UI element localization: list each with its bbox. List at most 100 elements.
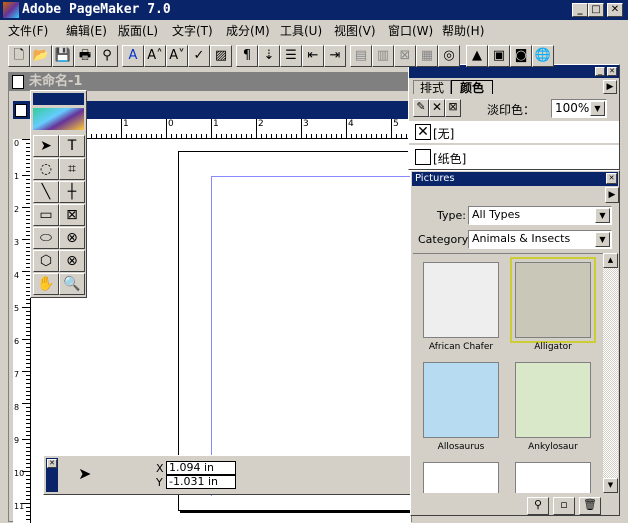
menu-item[interactable]: 文字(T) <box>172 22 213 40</box>
toolbar-button-16[interactable]: ▥ <box>372 45 394 67</box>
palette-menu-button[interactable]: ▶ <box>605 187 619 203</box>
both-icon[interactable]: ⊠ <box>445 99 461 117</box>
tab-styles[interactable]: 排式 <box>413 80 451 95</box>
toolbar-button-10[interactable]: ¶ <box>236 45 258 67</box>
close-icon[interactable]: ✕ <box>47 459 57 468</box>
toolbar-button-7[interactable]: A˅ <box>166 45 188 67</box>
tool-10[interactable]: ⬡ <box>33 250 59 272</box>
category-select[interactable]: Animals & Insects ▼ <box>468 230 612 249</box>
ruler-tick-label: 8 <box>14 403 20 412</box>
scrollbar[interactable]: ▲ ▼ <box>603 253 618 493</box>
toolbar-button-20[interactable]: ▲ <box>466 45 488 67</box>
toolbar-button-11[interactable]: ⇣ <box>258 45 280 67</box>
toolbox-title-bar[interactable] <box>33 93 84 105</box>
menu-item[interactable]: 版面(L) <box>118 22 158 40</box>
tool-2[interactable]: ◌ <box>33 158 59 180</box>
tool-13[interactable]: 🔍 <box>59 273 85 295</box>
tool-8[interactable]: ⬭ <box>33 227 59 249</box>
menu-item[interactable]: 工具(U) <box>280 22 322 40</box>
vertical-ruler[interactable]: 0 1 2 3 4 5 6 7 8 9 10 11 <box>13 139 31 523</box>
tool-6[interactable]: ▭ <box>33 204 59 226</box>
tint-select[interactable]: 100% ▼ <box>551 99 607 118</box>
ruler-tick <box>151 134 152 138</box>
x-position-input[interactable]: 1.094 in <box>166 461 236 475</box>
picture-thumbnail[interactable] <box>515 362 591 438</box>
toolbar-button-21[interactable]: ▣ <box>488 45 510 67</box>
minimize-button[interactable]: _ <box>572 3 588 17</box>
menu-item[interactable]: 文件(F) <box>8 22 48 40</box>
minimize-icon[interactable]: _ <box>595 67 605 76</box>
toolbar-button-19[interactable]: ◎ <box>438 45 460 67</box>
ruler-tick <box>281 134 282 138</box>
toolbar-button-13[interactable]: ⇤ <box>302 45 324 67</box>
ruler-tick <box>336 134 337 138</box>
menu-item[interactable]: 帮助(H) <box>442 22 484 40</box>
tool-9[interactable]: ⊗ <box>59 227 85 249</box>
tab-colors[interactable]: 颜色 <box>451 80 493 95</box>
toolbar-button-8[interactable]: ✓ <box>188 45 210 67</box>
toolbar-button-5[interactable]: A <box>122 45 144 67</box>
toolbar-button-22[interactable]: ◙ <box>510 45 532 67</box>
toolbar-button-15[interactable]: ▤ <box>350 45 372 67</box>
tool-7[interactable]: ⊠ <box>59 204 85 226</box>
stroke-icon[interactable]: ✎ <box>413 99 429 117</box>
toolbar-button-1[interactable]: 📂 <box>30 45 52 67</box>
place-button[interactable]: ▫ <box>553 497 575 515</box>
tool-4[interactable]: ╲ <box>33 181 59 203</box>
close-icon[interactable]: ✕ <box>606 173 617 184</box>
ruler-tick <box>226 134 227 138</box>
scroll-up-button[interactable]: ▲ <box>603 253 618 268</box>
tool-12[interactable]: ✋ <box>33 273 59 295</box>
menu-item[interactable]: 编辑(E) <box>66 22 107 40</box>
chevron-down-icon[interactable]: ▼ <box>595 208 610 223</box>
close-icon[interactable]: ✕ <box>607 67 617 76</box>
tool-1[interactable]: T <box>59 135 85 157</box>
fill-icon[interactable]: ✕ <box>429 99 445 117</box>
maximize-button[interactable]: □ <box>588 3 604 17</box>
picture-thumbnail[interactable] <box>510 257 596 343</box>
tool-3[interactable]: ⌗ <box>59 158 85 180</box>
color-item-paper[interactable]: [纸色] <box>409 145 619 169</box>
toolbar-button-14[interactable]: ⇥ <box>324 45 346 67</box>
pictures-title-bar[interactable]: Pictures <box>412 172 618 186</box>
menu-item[interactable]: 视图(V) <box>334 22 376 40</box>
horizontal-ruler[interactable]: 210123456 <box>31 119 411 139</box>
toolbar-button-9[interactable]: ▨ <box>210 45 232 67</box>
ruler-tick <box>26 367 30 368</box>
color-item-none[interactable]: ✕ [无] <box>409 121 619 145</box>
menu-item[interactable]: 窗口(W) <box>388 22 433 40</box>
y-position-input[interactable]: -1.031 in <box>166 475 236 489</box>
toolbar-button-2[interactable]: 💾 <box>52 45 74 67</box>
pictures-gallery: African Chafer Alligator Allosaurus Ankylos… <box>413 253 603 493</box>
delete-button[interactable]: 🗑 <box>579 497 601 515</box>
ruler-tick-label: 2 <box>256 119 264 138</box>
toolbar-button-17[interactable]: ⊠ <box>394 45 416 67</box>
toolbar-button-0[interactable]: 🗋 <box>8 45 30 67</box>
tool-11[interactable]: ⊗ <box>59 250 85 272</box>
picture-thumbnail[interactable] <box>423 262 499 338</box>
toolbar-button-18[interactable]: ▦ <box>416 45 438 67</box>
ruler-tick <box>26 427 30 428</box>
type-select[interactable]: All Types ▼ <box>468 206 612 225</box>
ruler-tick <box>26 315 30 316</box>
picture-thumbnail[interactable] <box>423 362 499 438</box>
toolbar-button-6[interactable]: A˄ <box>144 45 166 67</box>
ruler-tick <box>121 130 122 138</box>
close-button[interactable]: ✕ <box>607 3 623 17</box>
ruler-tick <box>326 134 327 138</box>
scroll-down-button[interactable]: ▼ <box>603 478 618 493</box>
picture-thumbnail[interactable] <box>423 462 499 493</box>
chevron-down-icon[interactable]: ▼ <box>595 232 610 247</box>
type-value: All Types <box>472 208 521 221</box>
search-button[interactable]: ⚲ <box>527 497 549 515</box>
palette-menu-button[interactable]: ▶ <box>603 80 617 94</box>
toolbar-button-12[interactable]: ☰ <box>280 45 302 67</box>
toolbar-button-23[interactable]: 🌐 <box>532 45 554 67</box>
tool-5[interactable]: ┼ <box>59 181 85 203</box>
toolbar-button-3[interactable]: 🖶 <box>74 45 96 67</box>
tool-0[interactable]: ➤ <box>33 135 59 157</box>
toolbar-button-4[interactable]: ⚲ <box>96 45 118 67</box>
menu-item[interactable]: 成分(M) <box>226 22 270 40</box>
chevron-down-icon[interactable]: ▼ <box>590 101 605 116</box>
picture-thumbnail[interactable] <box>515 462 591 493</box>
